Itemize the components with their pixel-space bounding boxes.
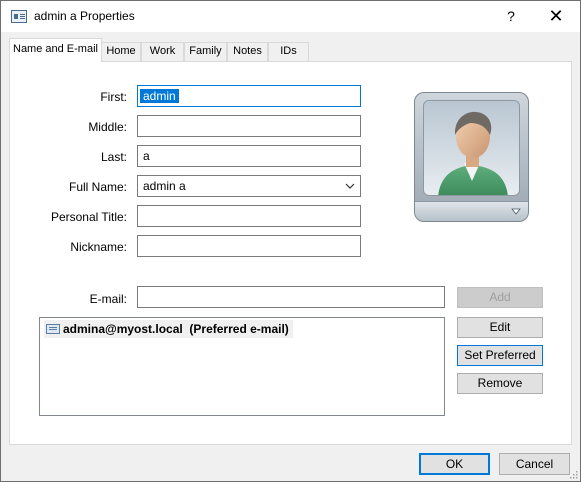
email-list[interactable]: admina@myost.local (Preferred e-mail)	[39, 317, 445, 416]
email-address: admina@myost.local	[63, 322, 183, 336]
last-name-field[interactable]: a	[137, 145, 361, 167]
email-input[interactable]	[137, 286, 445, 308]
contact-card-icon	[11, 10, 27, 23]
add-email-button[interactable]: Add	[457, 287, 543, 308]
personal-title-field[interactable]	[137, 205, 361, 227]
tab-home[interactable]: Home	[101, 42, 141, 61]
nickname-label: Nickname:	[70, 240, 127, 254]
window-title: admin a Properties	[34, 9, 135, 23]
contact-avatar[interactable]	[414, 92, 529, 222]
tab-ids[interactable]: IDs	[268, 42, 309, 61]
properties-dialog: admin a Properties ? ✕ Name and E-mail H…	[0, 0, 581, 482]
nickname-field[interactable]	[137, 235, 361, 257]
first-name-value: admin	[140, 89, 179, 103]
close-button[interactable]: ✕	[544, 6, 568, 26]
title-bar[interactable]: admin a Properties ? ✕	[1, 1, 580, 32]
edit-email-button[interactable]: Edit	[457, 317, 543, 338]
resize-grip-icon[interactable]	[568, 469, 578, 479]
tab-name-and-email[interactable]: Name and E-mail	[9, 38, 102, 62]
full-name-value: admin a	[143, 179, 186, 193]
chevron-down-icon	[511, 208, 521, 215]
avatar-dropdown[interactable]	[415, 201, 528, 221]
tab-work[interactable]: Work	[141, 42, 184, 61]
personal-title-label: Personal Title:	[50, 210, 127, 224]
full-name-dropdown[interactable]: admin a	[137, 175, 361, 197]
chevron-down-icon	[345, 183, 355, 189]
tab-family[interactable]: Family	[184, 42, 227, 61]
middle-name-field[interactable]	[137, 115, 361, 137]
email-preferred-note: (Preferred e-mail)	[189, 322, 289, 336]
cancel-button[interactable]: Cancel	[499, 453, 570, 475]
help-button[interactable]: ?	[501, 6, 521, 26]
email-entry-icon	[46, 324, 60, 334]
contact-avatar-icon	[423, 100, 520, 196]
last-label: Last:	[100, 150, 127, 164]
email-label: E-mail:	[89, 292, 127, 306]
ok-button[interactable]: OK	[419, 453, 490, 475]
tab-notes[interactable]: Notes	[227, 42, 268, 61]
first-label: First:	[100, 90, 127, 104]
first-name-field[interactable]: admin	[137, 85, 361, 107]
email-list-item[interactable]: admina@myost.local (Preferred e-mail)	[44, 320, 293, 338]
middle-label: Middle:	[88, 120, 127, 134]
set-preferred-button[interactable]: Set Preferred	[457, 345, 543, 366]
full-name-label: Full Name:	[68, 180, 127, 194]
remove-email-button[interactable]: Remove	[457, 373, 543, 394]
